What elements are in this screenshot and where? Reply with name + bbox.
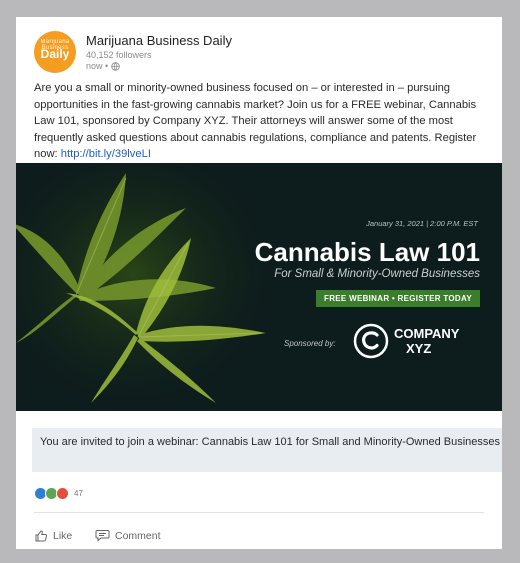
company-logo-icon bbox=[353, 323, 389, 359]
link-caption[interactable]: You are invited to join a webinar: Canna… bbox=[32, 428, 502, 472]
reactions-bar[interactable]: 47 bbox=[34, 487, 83, 500]
follower-count: 40,152 followers bbox=[86, 50, 152, 60]
company-name-line2: XYZ bbox=[406, 341, 432, 356]
webinar-banner[interactable]: January 31, 2021 | 2:00 P.M. EST Cannabi… bbox=[16, 163, 502, 411]
webinar-subtitle: For Small & Minority-Owned Businesses bbox=[274, 268, 480, 280]
register-link[interactable]: http://bit.ly/39lveLI bbox=[61, 148, 151, 160]
like-label: Like bbox=[53, 530, 73, 542]
company-name-line1: COMPANY bbox=[394, 326, 460, 341]
comment-icon bbox=[95, 530, 110, 542]
thumbs-up-icon bbox=[35, 530, 48, 542]
post-header: Marijuana Business Daily Marijuana Busin… bbox=[34, 31, 494, 79]
sponsored-by-label: Sponsored by: bbox=[284, 339, 336, 348]
post-time-label: now • bbox=[86, 61, 109, 71]
reaction-count: 47 bbox=[74, 489, 83, 498]
author-name[interactable]: Marijuana Business Daily bbox=[86, 33, 232, 48]
webinar-date: January 31, 2021 | 2:00 P.M. EST bbox=[366, 219, 478, 228]
avatar[interactable]: Marijuana Business Daily bbox=[34, 31, 76, 73]
avatar-label: Daily bbox=[40, 47, 70, 61]
webinar-title: Cannabis Law 101 bbox=[254, 237, 480, 267]
divider bbox=[34, 512, 484, 513]
globe-icon bbox=[111, 61, 120, 71]
post-time: now • bbox=[86, 61, 120, 71]
cannabis-leaf-image bbox=[16, 163, 276, 411]
register-cta[interactable]: FREE WEBINAR • REGISTER TODAY bbox=[316, 290, 480, 307]
like-button[interactable]: Like bbox=[34, 529, 72, 543]
comment-label: Comment bbox=[115, 529, 161, 542]
comment-button[interactable]: Comment bbox=[95, 529, 161, 542]
reaction-love-icon bbox=[56, 487, 69, 500]
post-body: Are you a small or minority-owned busine… bbox=[34, 80, 490, 163]
